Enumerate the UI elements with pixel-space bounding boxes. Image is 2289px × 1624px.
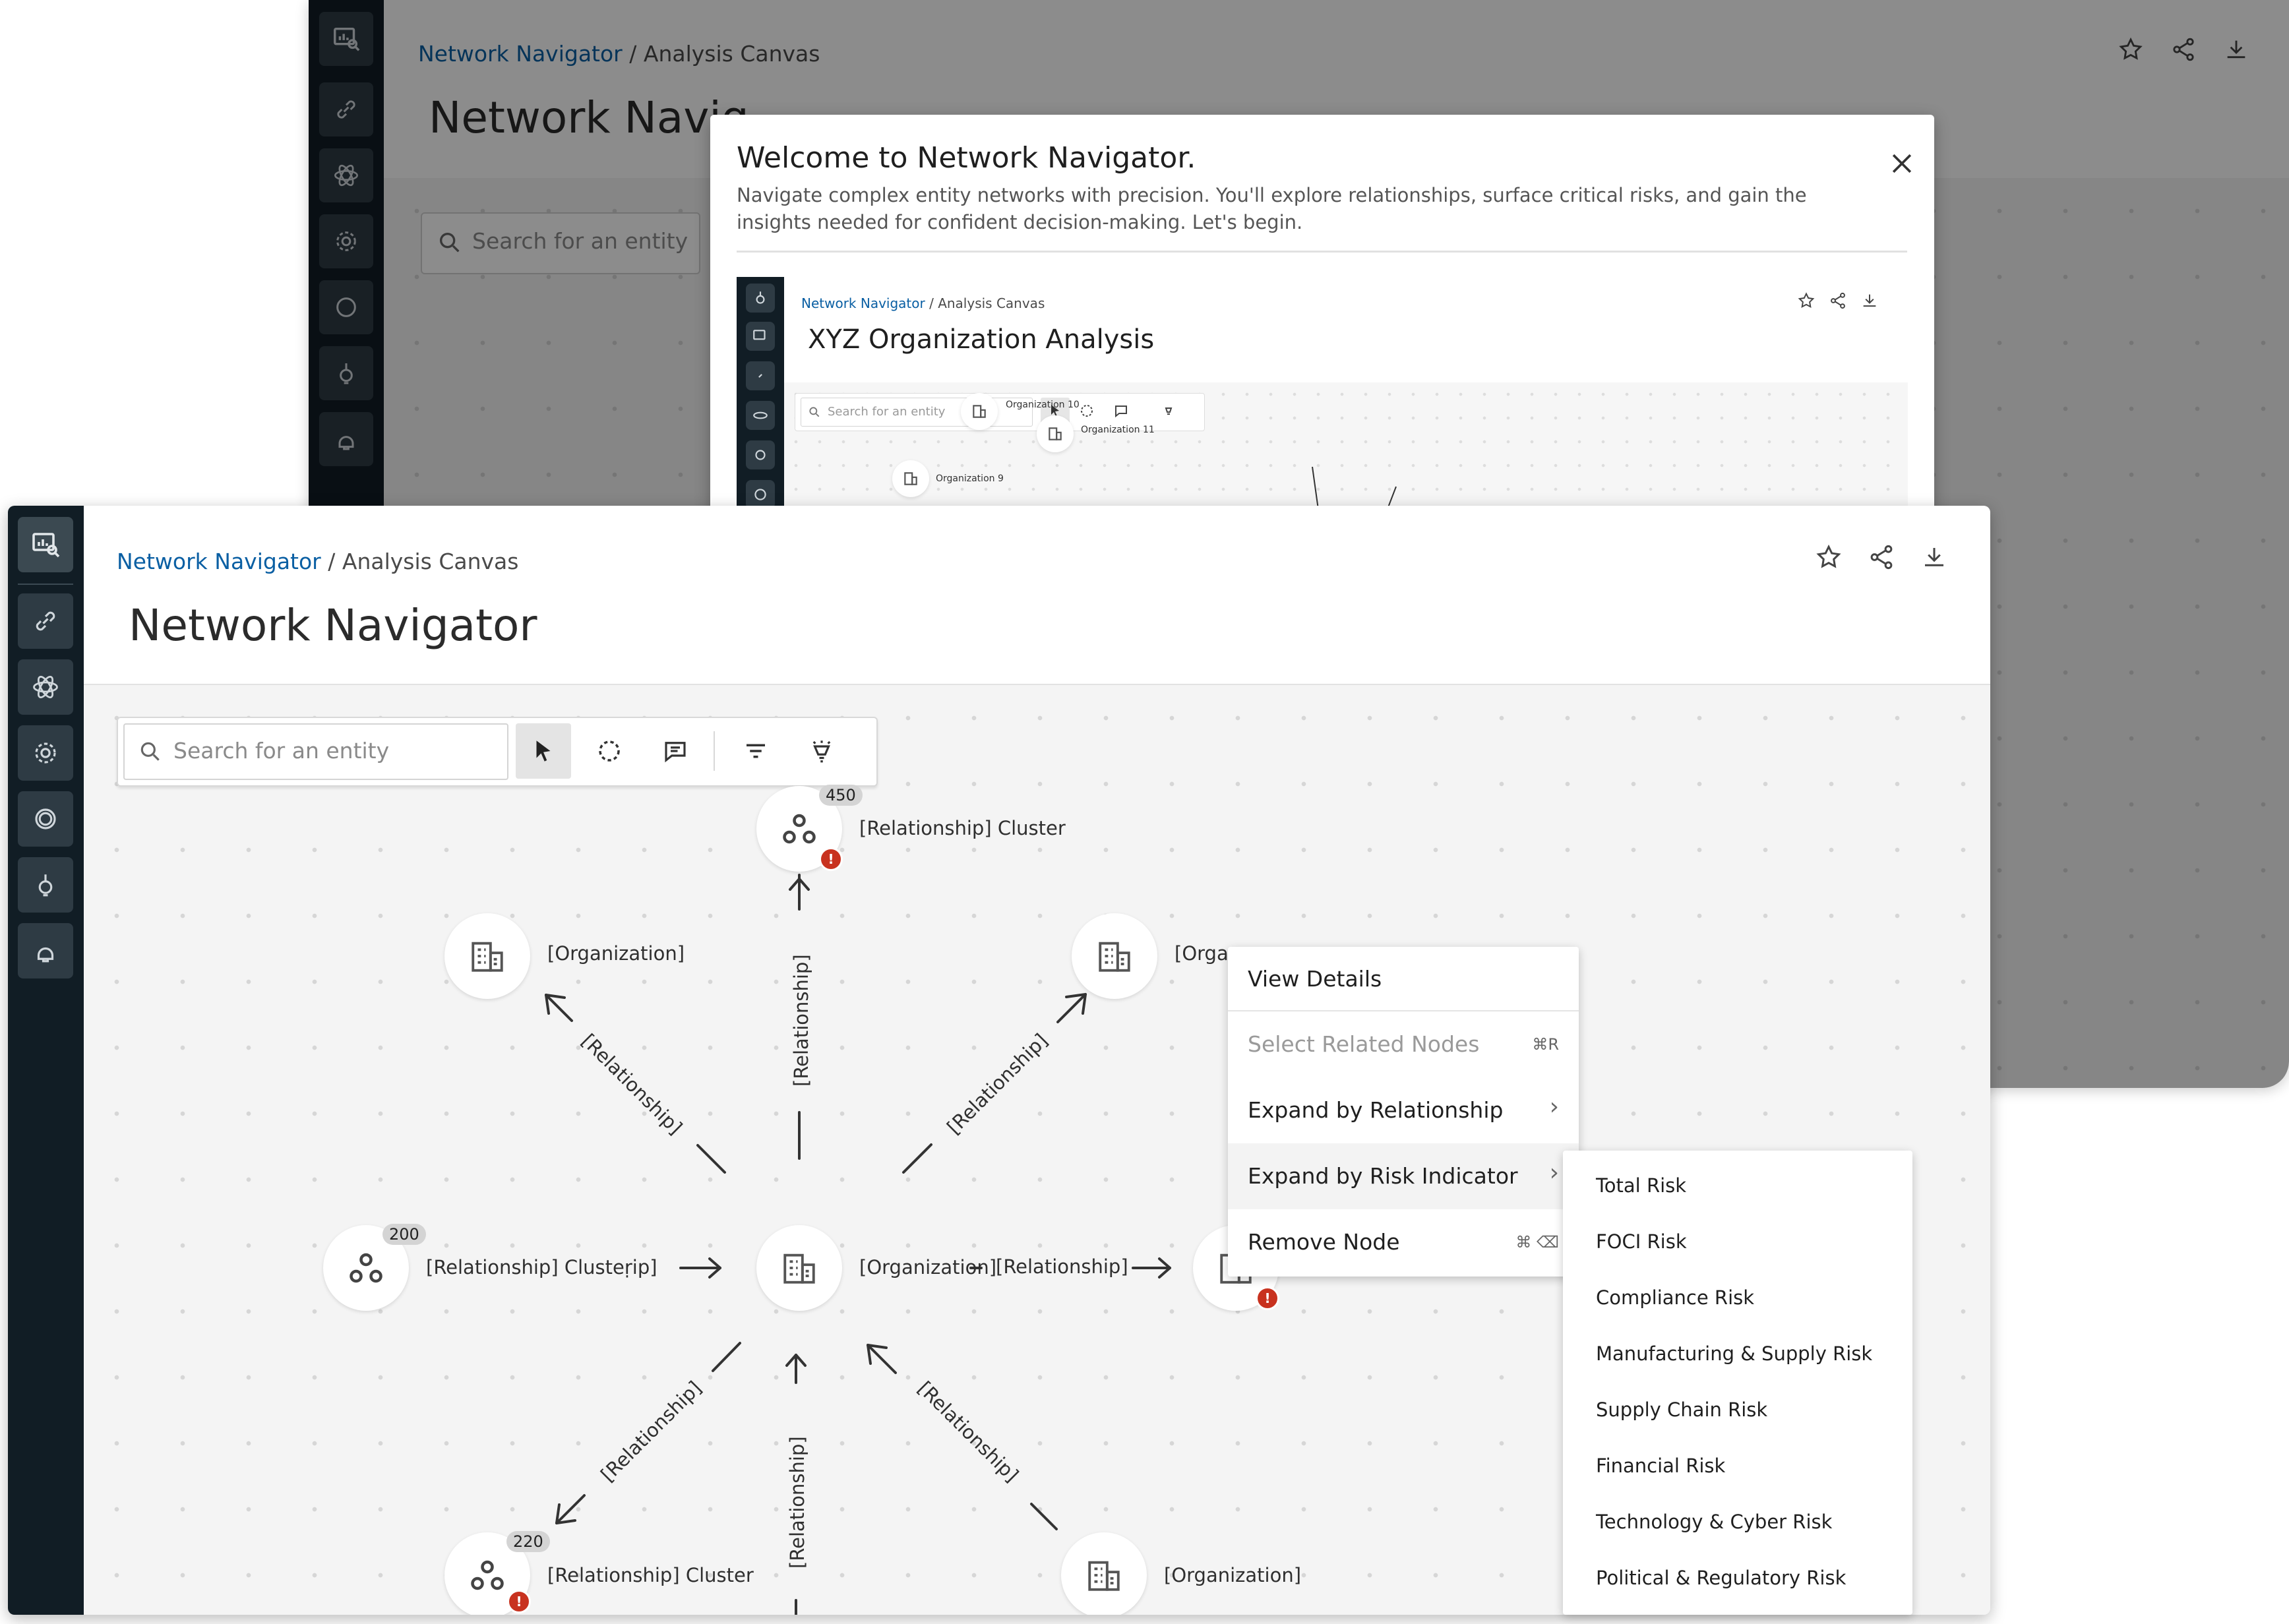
submenu-item-supply-chain[interactable]: Supply Chain Risk (1596, 1398, 1767, 1421)
center-org-node[interactable] (756, 1225, 842, 1311)
right-node-alert: ! (1256, 1286, 1279, 1310)
top-left-org-node[interactable] (444, 913, 530, 999)
bottom-left-cluster-label: [Relationship] Cluster (547, 1564, 754, 1586)
menu-item-label: Select Related Nodes (1248, 1031, 1480, 1057)
bottom-right-org-label: [Organization] (1164, 1564, 1302, 1586)
menu-item-remove-node[interactable]: Remove Node ⌘ ⌫ (1228, 1209, 1579, 1275)
chevron-right-icon: › (1549, 1093, 1559, 1120)
menu-item-select-related[interactable]: Select Related Nodes ⌘R (1228, 1011, 1579, 1077)
preview-node-org10 (961, 393, 998, 430)
risk-submenu: Total Risk FOCI Risk Compliance Risk Man… (1563, 1151, 1912, 1615)
top-left-org-label: [Organization] (547, 942, 685, 965)
building-icon (783, 1253, 815, 1284)
building-icon (904, 472, 917, 485)
preview-label-org11: Organization 11 (1081, 425, 1155, 435)
submenu-item-foci[interactable]: FOCI Risk (1596, 1230, 1687, 1253)
welcome-text-1: Navigate complex entity networks with pr… (737, 184, 1807, 206)
top-cluster-label: [Relationship] Cluster (859, 817, 1066, 839)
welcome-divider (737, 251, 1907, 253)
edge-label-down: [Relationship] (786, 1436, 809, 1569)
building-icon (1099, 942, 1130, 972)
context-menu: View Details Select Related Nodes ⌘R Exp… (1228, 947, 1579, 1277)
menu-item-expand-relationship[interactable]: Expand by Relationship › (1228, 1077, 1579, 1143)
building-icon (472, 942, 503, 972)
submenu-item-manufacturing[interactable]: Manufacturing & Supply Risk (1596, 1342, 1872, 1365)
left-cluster-count: 200 (382, 1224, 426, 1245)
left-cluster-label: [Relationship] Clusteṛip] (426, 1256, 657, 1278)
menu-item-label: Expand by Relationship (1248, 1097, 1504, 1123)
building-icon (1088, 1561, 1120, 1591)
close-icon[interactable] (1887, 149, 1916, 178)
menu-item-label: Remove Node (1248, 1229, 1400, 1255)
top-cluster-alert: ! (819, 847, 843, 871)
submenu-item-financial[interactable]: Financial Risk (1596, 1455, 1725, 1477)
bottom-left-cluster-alert: ! (507, 1590, 531, 1613)
top-right-org-node[interactable] (1072, 913, 1157, 999)
menu-item-shortcut: ⌘R (1532, 1035, 1559, 1054)
welcome-text-2: insights needed for confident decision-m… (737, 211, 1303, 233)
submenu-item-total[interactable]: Total Risk (1596, 1174, 1686, 1197)
preview-node-org9 (892, 460, 929, 497)
edge-label-up: [Relationship] (790, 954, 812, 1087)
menu-item-expand-risk[interactable]: Expand by Risk Indicator › (1228, 1143, 1579, 1209)
menu-item-view-details[interactable]: View Details (1228, 947, 1579, 1011)
building-icon (1049, 427, 1062, 440)
menu-item-label: Expand by Risk Indicator (1248, 1163, 1518, 1189)
submenu-item-compliance[interactable]: Compliance Risk (1596, 1286, 1754, 1309)
cluster-icon (350, 1253, 382, 1283)
welcome-title: Welcome to Network Navigator. (737, 141, 1196, 175)
menu-item-shortcut: ⌘ ⌫ (1515, 1233, 1559, 1251)
center-org-label: [Organization] (859, 1256, 997, 1278)
building-icon (973, 405, 986, 418)
submenu-item-political[interactable]: Political & Regulatory Risk (1596, 1567, 1846, 1589)
preview-label-org10: Organization 10 (1006, 400, 1080, 410)
cluster-icon (471, 1560, 504, 1590)
edge-label-right: [Relationship] (996, 1255, 1128, 1278)
top-cluster-count: 450 (819, 785, 863, 806)
preview-node-org11 (1037, 415, 1074, 452)
preview-label-org9: Organization 9 (936, 473, 1004, 484)
cluster-icon (783, 814, 816, 844)
submenu-item-technology[interactable]: Technology & Cyber Risk (1596, 1511, 1832, 1533)
chevron-right-icon: › (1549, 1159, 1559, 1186)
bottom-right-org-node[interactable] (1061, 1532, 1147, 1615)
bottom-left-cluster-count: 220 (506, 1531, 550, 1552)
menu-item-label: View Details (1248, 966, 1382, 992)
